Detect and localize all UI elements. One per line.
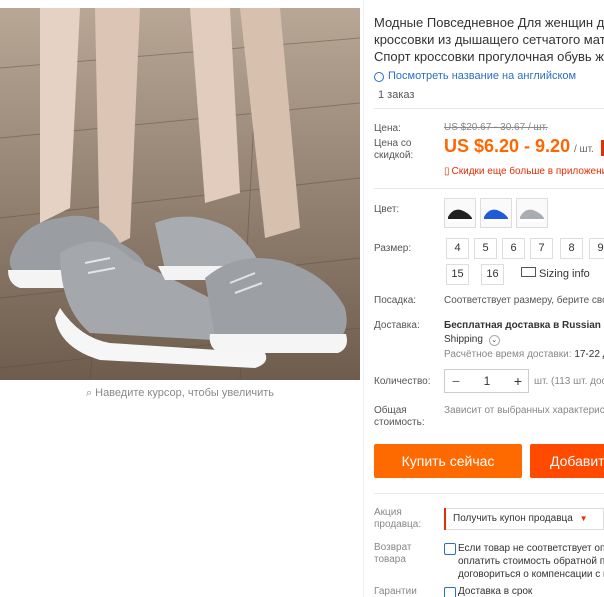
delivery-estimate: Расчётное время доставки: 17-22 дней (444, 349, 604, 360)
quantity-label: Количество: (374, 376, 431, 387)
add-to-cart-button[interactable]: Добавить в корзину (530, 444, 604, 503)
app-discount-text: Скидки еще больше в приложении (451, 166, 604, 177)
quantity-decrease-button[interactable]: − (445, 370, 467, 392)
shipping-method-label: Shipping (444, 334, 483, 345)
caret-down-icon: ▼ (579, 514, 588, 523)
delivery-estimate-label: Расчётное время доставки: (444, 349, 572, 360)
product-image[interactable] (0, 8, 360, 380)
discount-price-label: Цена со скидкой: (374, 138, 414, 161)
get-coupon-label: Получить купон продавца (453, 513, 573, 524)
delivery-days: 17-22 дней (574, 349, 604, 360)
shipping-method-dropdown[interactable]: Shipping ⌄ (444, 334, 500, 346)
translate-icon (374, 72, 384, 82)
quantity-available: шт. (113 шт. доступно) (534, 376, 604, 387)
black-sneaker-icon (448, 209, 472, 222)
translate-title-link[interactable]: Посмотреть название на английском (388, 70, 576, 82)
color-option-blue[interactable] (480, 198, 512, 228)
total-label: Общая стоимость: (374, 405, 425, 428)
quantity-input[interactable]: 1 (467, 370, 507, 392)
size-option[interactable]: 15 (446, 264, 469, 285)
quantity-stepper: − 1 + (444, 369, 529, 393)
fit-label: Посадка: (374, 295, 417, 306)
gray-sneaker-icon (520, 209, 544, 222)
color-option-black[interactable] (444, 198, 476, 228)
delivery-label: Доставка: (374, 320, 420, 331)
sizing-info-link[interactable]: Sizing info (521, 267, 590, 280)
phone-icon: ▯ (444, 166, 450, 177)
guarantee-label: Гарантии (374, 586, 417, 597)
returns-info-icon (444, 543, 456, 555)
chevron-down-icon: ⌄ (488, 335, 500, 346)
buy-now-button[interactable]: Купить сейчас (374, 444, 522, 478)
sizing-info-text: Sizing info (539, 268, 590, 280)
returns-label: Возврат товара (374, 542, 412, 565)
old-price: US $20.67 - 30.67 / шт. (444, 122, 548, 133)
price-unit: / шт. (574, 144, 594, 155)
seller-promo-label: Акция продавца: (374, 507, 422, 530)
size-option[interactable]: 4 (446, 238, 469, 259)
divider (374, 108, 604, 109)
size-option[interactable]: 7 (530, 238, 553, 259)
divider (374, 188, 604, 189)
clock-icon (444, 587, 456, 597)
zoom-hint-text: Наведите курсор, чтобы увеличить (95, 387, 275, 399)
orders-count: 1 заказ (378, 89, 415, 101)
color-option-gray[interactable] (516, 198, 548, 228)
size-option[interactable]: 6 (502, 238, 525, 259)
size-label: Размер: (374, 243, 412, 254)
app-discount-link[interactable]: ▯ Скидки еще больше в приложении (444, 166, 604, 177)
zoom-hint: ⌕ Наведите курсор, чтобы увеличить (0, 387, 360, 400)
product-title: Модные Повседневное Для женщин дышащие к… (374, 15, 604, 64)
blue-sneaker-icon (484, 209, 508, 222)
size-option[interactable]: 5 (474, 238, 497, 259)
size-option[interactable]: 16 (481, 264, 504, 285)
price-label: Цена: (374, 123, 401, 134)
get-coupon-dropdown[interactable]: Получить купон продавца ▼ (444, 508, 604, 530)
guarantee-value: Доставка в срок (458, 586, 533, 597)
ruler-icon (521, 267, 536, 277)
size-option[interactable]: 9 (589, 238, 604, 259)
product-info-panel: Модные Повседневное Для женщин дышащие к… (364, 0, 604, 597)
size-option[interactable]: 8 (560, 238, 583, 259)
current-price: US $6.20 - 9.20 (444, 136, 571, 156)
magnifier-icon: ⌕ (85, 387, 93, 399)
returns-text: Если товар не соответствует описанию, вы… (458, 543, 604, 580)
fit-value: Соответствует размеру, берите свой обычн… (444, 295, 604, 306)
divider (374, 493, 604, 494)
product-photo (0, 8, 360, 380)
color-label: Цвет: (374, 204, 400, 215)
quantity-increase-button[interactable]: + (507, 370, 529, 392)
total-value: Зависит от выбранных характеристик (444, 405, 604, 416)
delivery-value: Бесплатная доставка в Russian Federation… (444, 320, 604, 331)
